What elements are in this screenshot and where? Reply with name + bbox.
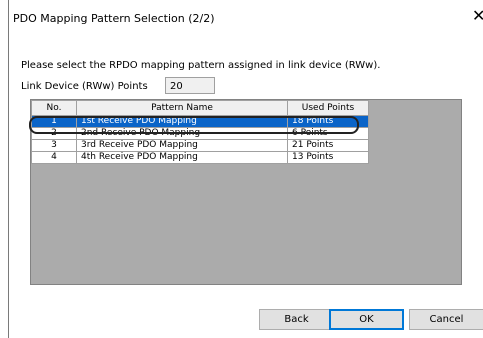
row-pattern-name: 1st Receive PDO Mapping (76, 115, 288, 128)
pattern-grid[interactable]: No. Pattern Name Used Points 1 1st Recei… (30, 99, 462, 285)
cancel-button[interactable]: Cancel (409, 309, 483, 330)
back-button[interactable]: Back (259, 309, 334, 330)
row-no: 4 (31, 151, 77, 164)
dialog: PDO Mapping Pattern Selection (2/2) ✕ Pl… (8, 0, 483, 338)
prompt-text: Please select the RPDO mapping pattern a… (21, 60, 381, 71)
table-row[interactable]: 1 1st Receive PDO Mapping 18 Points (31, 115, 369, 128)
table-row[interactable]: 4 4th Receive PDO Mapping 13 Points (31, 151, 369, 164)
column-header-used-points[interactable]: Used Points (287, 100, 369, 116)
row-used-points: 21 Points (287, 139, 369, 152)
row-no: 2 (31, 127, 77, 140)
table-row[interactable]: 2 2nd Receive PDO Mapping 6 Points (31, 127, 369, 140)
row-used-points: 6 Points (287, 127, 369, 140)
row-pattern-name: 4th Receive PDO Mapping (76, 151, 288, 164)
pattern-table: No. Pattern Name Used Points 1 1st Recei… (31, 100, 369, 164)
row-pattern-name: 2nd Receive PDO Mapping (76, 127, 288, 140)
row-used-points: 13 Points (287, 151, 369, 164)
table-row[interactable]: 3 3rd Receive PDO Mapping 21 Points (31, 139, 369, 152)
row-pattern-name: 3rd Receive PDO Mapping (76, 139, 288, 152)
close-icon[interactable]: ✕ (472, 8, 483, 24)
row-used-points: 18 Points (287, 115, 369, 128)
row-no: 1 (31, 115, 77, 128)
points-label: Link Device (RWw) Points (21, 81, 148, 92)
ok-button[interactable]: OK (329, 309, 404, 330)
dialog-title: PDO Mapping Pattern Selection (2/2) (13, 12, 215, 25)
column-header-pattern-name[interactable]: Pattern Name (76, 100, 288, 116)
column-header-no[interactable]: No. (31, 100, 77, 116)
row-no: 3 (31, 139, 77, 152)
points-value-field: 20 (165, 77, 215, 94)
table-header-row: No. Pattern Name Used Points (31, 100, 369, 116)
